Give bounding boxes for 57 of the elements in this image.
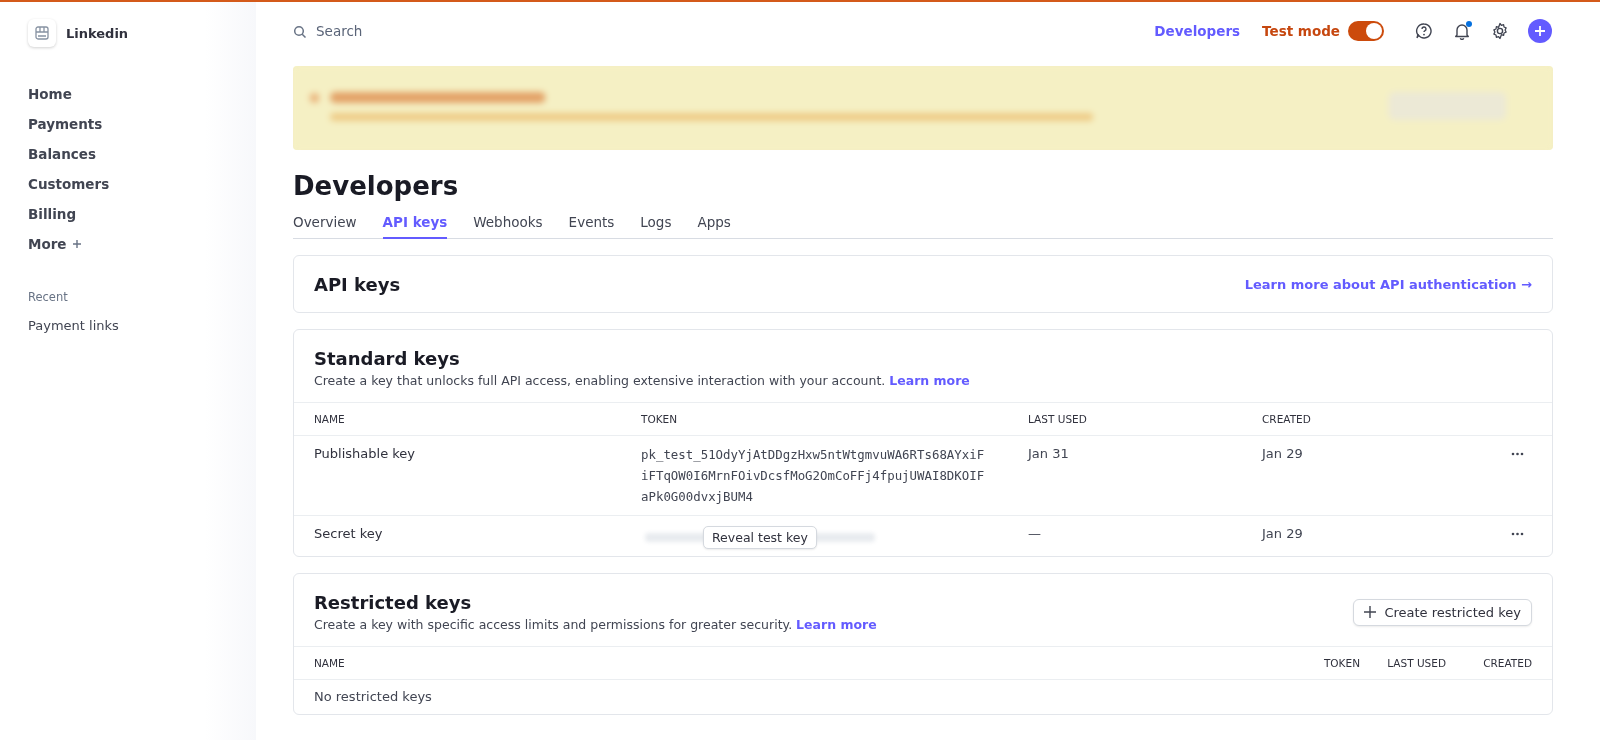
column-header: LAST USED bbox=[1028, 413, 1088, 425]
column-header: NAME bbox=[314, 657, 346, 669]
table-cell-text: — bbox=[1028, 526, 1042, 541]
column-header: TOKEN bbox=[1323, 657, 1360, 669]
key-name: Secret key bbox=[314, 526, 384, 541]
reveal-key-button[interactable]: Reveal test key bbox=[703, 526, 817, 549]
table-cell-text: Jan 31 bbox=[1028, 446, 1070, 461]
more-item[interactable]: More bbox=[28, 234, 256, 254]
sidebar-item[interactable]: Balances bbox=[28, 144, 256, 164]
plus-icon bbox=[71, 239, 82, 249]
api-token: pk_test_51OdyYjAtDDgzHxw5ntWtgmvuWA6RTs68AYxiFiFTqOW0I6MrnFOivDcsfMoG2OmCoFFj4fpujUWAI8DKOIFaPk0G00dvxjBUM4 bbox=[641, 446, 985, 506]
recent-item[interactable]: Payment links bbox=[28, 318, 256, 333]
more-options-icon[interactable] bbox=[1511, 452, 1524, 456]
create-key-button[interactable]: Create restricted key bbox=[1353, 598, 1532, 626]
tab[interactable]: Logs bbox=[640, 210, 672, 239]
tab[interactable]: Apps bbox=[697, 210, 731, 239]
section-heading: Recent bbox=[28, 290, 69, 304]
column-header: TOKEN bbox=[641, 413, 679, 425]
plus-icon bbox=[1364, 606, 1377, 618]
sidebar-item[interactable]: Customers bbox=[28, 174, 256, 194]
tab[interactable]: API keys bbox=[382, 210, 448, 239]
section-description: Create a key that unlocks full API access, enabling extensive interaction with your account. Learn more bbox=[314, 373, 970, 388]
table-cell-text: Jan 29 bbox=[1262, 526, 1304, 541]
search-icon bbox=[293, 24, 306, 38]
sidebar-item[interactable]: Payments bbox=[28, 114, 256, 134]
learn-more-link[interactable]: Learn more bbox=[796, 617, 877, 632]
column-header: CREATED bbox=[1262, 413, 1312, 425]
plus-icon bbox=[1534, 25, 1546, 37]
column-header: NAME bbox=[314, 413, 346, 425]
empty-state-text: No restricted keys bbox=[313, 688, 433, 706]
learn-more-link[interactable]: Learn more bbox=[889, 373, 970, 388]
section-title: Restricted keys bbox=[314, 592, 473, 613]
search-field[interactable]: Search bbox=[314, 22, 614, 40]
test-mode-toggle[interactable] bbox=[1348, 21, 1384, 41]
column-header: LAST USED bbox=[1387, 657, 1446, 669]
sidebar-item[interactable]: Billing bbox=[28, 204, 256, 224]
account-name[interactable]: Linkedin bbox=[66, 25, 129, 41]
notifications-icon bbox=[1453, 22, 1471, 40]
store-icon bbox=[34, 25, 50, 41]
page-title: Developers bbox=[293, 170, 460, 202]
section-title: Standard keys bbox=[314, 348, 461, 369]
help-icon bbox=[1415, 22, 1433, 40]
test-mode-label: Test mode bbox=[1262, 23, 1340, 39]
developers-link[interactable]: Developers bbox=[1154, 23, 1241, 39]
card-title: API keys bbox=[314, 273, 401, 295]
docs-link[interactable]: Learn more about API authentication → bbox=[1244, 276, 1532, 292]
more-options-icon[interactable] bbox=[1511, 532, 1524, 536]
create-button[interactable] bbox=[1528, 19, 1552, 43]
settings-icon bbox=[1491, 22, 1509, 40]
column-header: CREATED bbox=[1483, 657, 1532, 669]
tab[interactable]: Overview bbox=[293, 210, 357, 239]
table-cell-text: Jan 29 bbox=[1262, 446, 1304, 461]
tab[interactable]: Events bbox=[568, 210, 615, 239]
tab[interactable]: Webhooks bbox=[473, 210, 543, 239]
key-name: Publishable key bbox=[314, 446, 417, 461]
section-description: Create a key with specific access limits and permissions for greater security. Learn more bbox=[314, 617, 877, 632]
sidebar-item[interactable]: Home bbox=[28, 84, 256, 104]
